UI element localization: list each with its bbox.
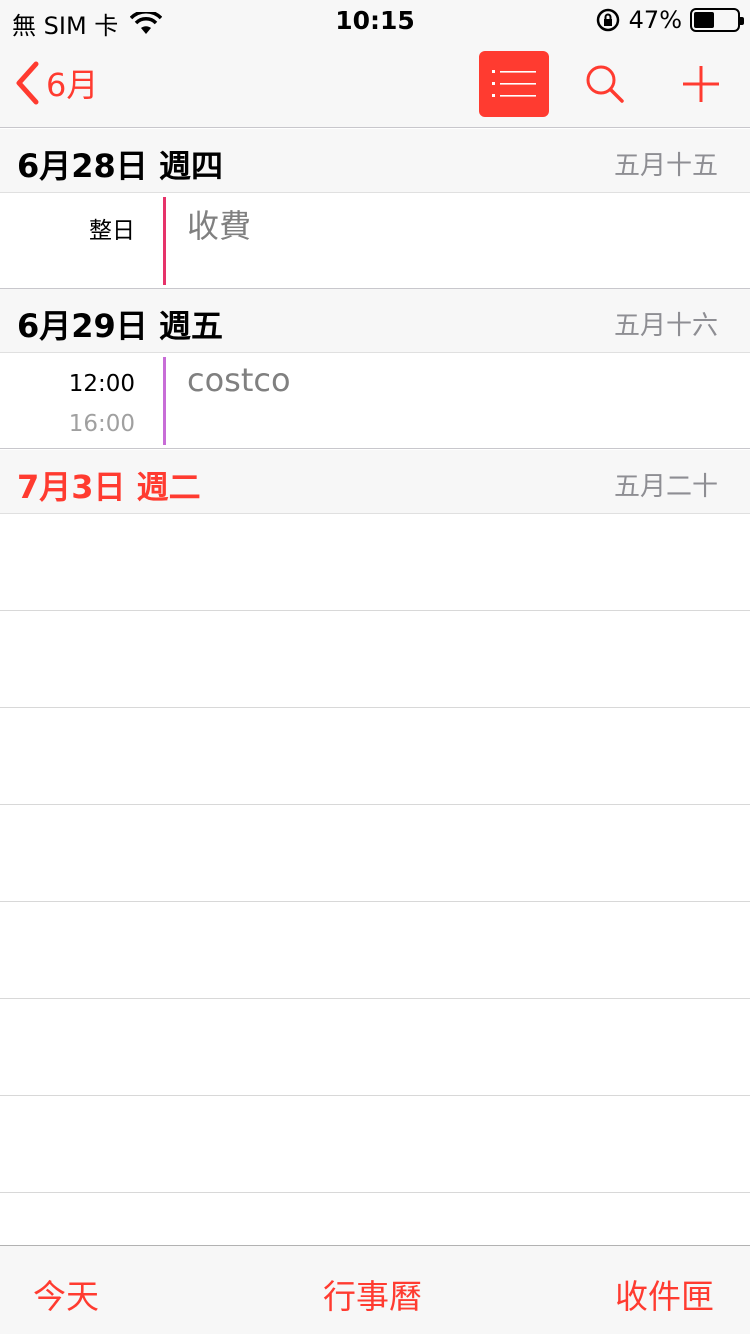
section-date-today: 7月3日 週二 bbox=[17, 468, 201, 506]
calendar-color-bar bbox=[163, 197, 166, 285]
chevron-left-icon bbox=[16, 61, 39, 105]
status-bar: 無 SIM 卡 10:15 47% bbox=[0, 0, 750, 40]
event-title: 收費 bbox=[187, 207, 252, 245]
tab-bar: 今天 行事曆 收件匣 bbox=[0, 1245, 750, 1334]
section-header-0629: 6月29日 週五 五月十六 bbox=[0, 289, 750, 353]
empty-row bbox=[0, 902, 750, 999]
nav-bar: 6月 bbox=[0, 40, 750, 128]
tab-calendars[interactable]: 行事曆 bbox=[323, 1270, 422, 1318]
event-row-fee[interactable]: 整日 收費 bbox=[0, 193, 750, 289]
battery-tip bbox=[740, 17, 744, 25]
event-time-end: 16:00 bbox=[68, 411, 135, 437]
empty-row bbox=[0, 999, 750, 1096]
lunar-date: 五月十五 bbox=[613, 151, 718, 181]
battery-percent: 47% bbox=[628, 6, 682, 34]
back-button[interactable]: 6月 bbox=[14, 60, 98, 106]
empty-row bbox=[0, 514, 750, 611]
tab-today[interactable]: 今天 bbox=[33, 1270, 99, 1318]
lunar-date: 五月十六 bbox=[613, 311, 718, 341]
calendar-color-bar bbox=[163, 357, 166, 445]
section-date: 6月29日 週五 bbox=[17, 307, 223, 345]
plus-icon bbox=[683, 66, 719, 102]
section-header-0628: 6月28日 週四 五月十五 bbox=[0, 129, 750, 193]
empty-row bbox=[0, 805, 750, 902]
event-time-start: 整日 bbox=[89, 218, 135, 244]
battery-icon bbox=[690, 8, 744, 32]
lunar-date: 五月二十 bbox=[613, 472, 718, 502]
orientation-lock-icon bbox=[596, 8, 619, 32]
battery-fill bbox=[694, 12, 714, 28]
search-button[interactable] bbox=[580, 60, 630, 110]
empty-row bbox=[0, 708, 750, 805]
event-title: costco bbox=[187, 361, 291, 399]
event-row-costco[interactable]: 12:00 16:00 costco bbox=[0, 353, 750, 449]
empty-row bbox=[0, 1096, 750, 1193]
list-icon bbox=[492, 70, 536, 97]
section-date: 6月28日 週四 bbox=[17, 147, 223, 185]
tab-inbox[interactable]: 收件匣 bbox=[615, 1270, 714, 1318]
back-label: 6月 bbox=[46, 66, 99, 104]
status-right: 47% bbox=[595, 6, 744, 34]
section-header-0703: 7月3日 週二 五月二十 bbox=[0, 450, 750, 514]
search-icon bbox=[586, 65, 624, 103]
add-event-button[interactable] bbox=[676, 60, 726, 110]
empty-row bbox=[0, 611, 750, 708]
event-time-start: 12:00 bbox=[68, 371, 135, 397]
list-view-button[interactable] bbox=[479, 51, 549, 117]
